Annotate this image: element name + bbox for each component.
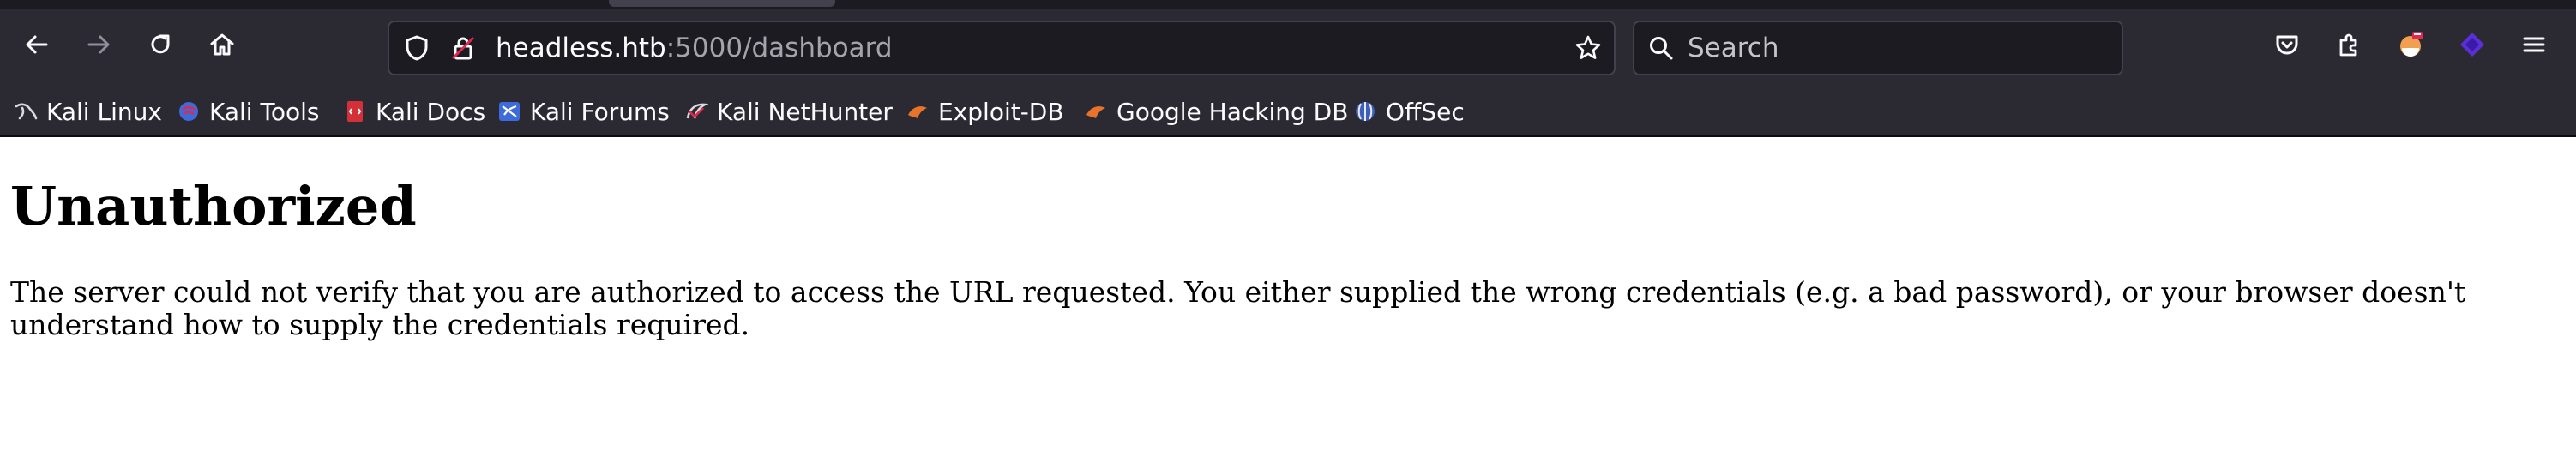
bookmark-label: Kali NetHunter <box>717 97 893 126</box>
offsec-icon <box>1356 102 1375 121</box>
bookmark-label: OffSec <box>1386 97 1465 126</box>
bookmark-kali-tools[interactable]: Kali Tools <box>177 93 319 130</box>
url-host: headless.htb <box>496 33 666 63</box>
reload-icon <box>151 34 170 54</box>
bookmark-label: Exploit-DB <box>938 97 1064 126</box>
kali-dragon-icon <box>15 103 38 120</box>
extensions-button[interactable] <box>2327 23 2370 66</box>
pocket-button[interactable] <box>2266 23 2308 66</box>
menu-icon <box>2523 37 2545 52</box>
bookmark-star-icon[interactable] <box>1574 34 1602 62</box>
active-tab[interactable] <box>609 0 835 7</box>
kali-docs-icon <box>347 101 363 122</box>
addon-button[interactable] <box>2451 23 2494 66</box>
reload-button[interactable] <box>139 23 182 66</box>
kali-tools-icon <box>179 102 198 121</box>
page-title: Unauthorized <box>10 175 417 238</box>
profile-icon <box>2400 32 2423 57</box>
menu-button[interactable] <box>2513 23 2555 66</box>
url-bar[interactable]: headless.htb:5000/dashboard <box>388 21 1616 75</box>
bookmark-google-hacking-db[interactable]: Google Hacking DB <box>1084 93 1348 130</box>
url-text[interactable]: headless.htb:5000/dashboard <box>496 22 893 74</box>
bookmark-label: Kali Linux <box>46 97 162 126</box>
addon-icon <box>2460 33 2484 57</box>
bookmark-kali-linux[interactable]: Kali Linux <box>14 93 162 130</box>
bookmark-kali-forums[interactable]: Kali Forums <box>497 93 670 130</box>
bookmark-label: Kali Docs <box>376 97 486 126</box>
url-path: :5000/dashboard <box>665 33 893 63</box>
exploit-db-icon <box>908 106 927 118</box>
pocket-icon <box>2276 35 2298 55</box>
error-message: The server could not verify that you are… <box>10 275 2466 341</box>
arrow-right-icon <box>87 35 110 54</box>
bookmark-label: Kali Tools <box>209 97 320 126</box>
shield-icon[interactable] <box>403 34 430 62</box>
page-content: Unauthorized The server could not verify… <box>0 137 2576 463</box>
bookmark-kali-nethunter[interactable]: Kali NetHunter <box>684 93 893 130</box>
bookmark-offsec[interactable]: OffSec <box>1353 93 1465 130</box>
home-button[interactable] <box>201 23 244 66</box>
arrow-left-icon <box>26 35 48 54</box>
kali-nethunter-icon <box>686 103 708 119</box>
lock-icon[interactable] <box>449 34 477 62</box>
kali-forums-icon <box>499 102 520 121</box>
bookmark-exploit-db[interactable]: Exploit-DB <box>906 93 1064 130</box>
search-icon <box>1650 37 1673 60</box>
profile-button[interactable] <box>2389 23 2432 66</box>
bookmark-label: Kali Forums <box>530 97 670 126</box>
bookmark-label: Google Hacking DB <box>1116 97 1349 126</box>
ghdb-icon <box>1086 106 1105 118</box>
extensions-icon <box>2339 33 2357 57</box>
search-placeholder: Search <box>1688 33 1779 63</box>
bookmark-kali-docs[interactable]: Kali Docs <box>343 93 485 130</box>
browser-chrome: headless.htb:5000/dashboard Search Kali … <box>0 0 2576 137</box>
home-icon <box>210 33 234 56</box>
back-button[interactable] <box>15 23 58 66</box>
forward-button[interactable] <box>77 23 120 66</box>
search-bar[interactable]: Search <box>1633 21 2123 75</box>
bookmarks-toolbar: Kali Linux Kali Tools Kali Docs Kali For… <box>0 87 2576 135</box>
tab-strip <box>0 0 2576 9</box>
navigation-toolbar: headless.htb:5000/dashboard Search <box>0 9 2576 87</box>
